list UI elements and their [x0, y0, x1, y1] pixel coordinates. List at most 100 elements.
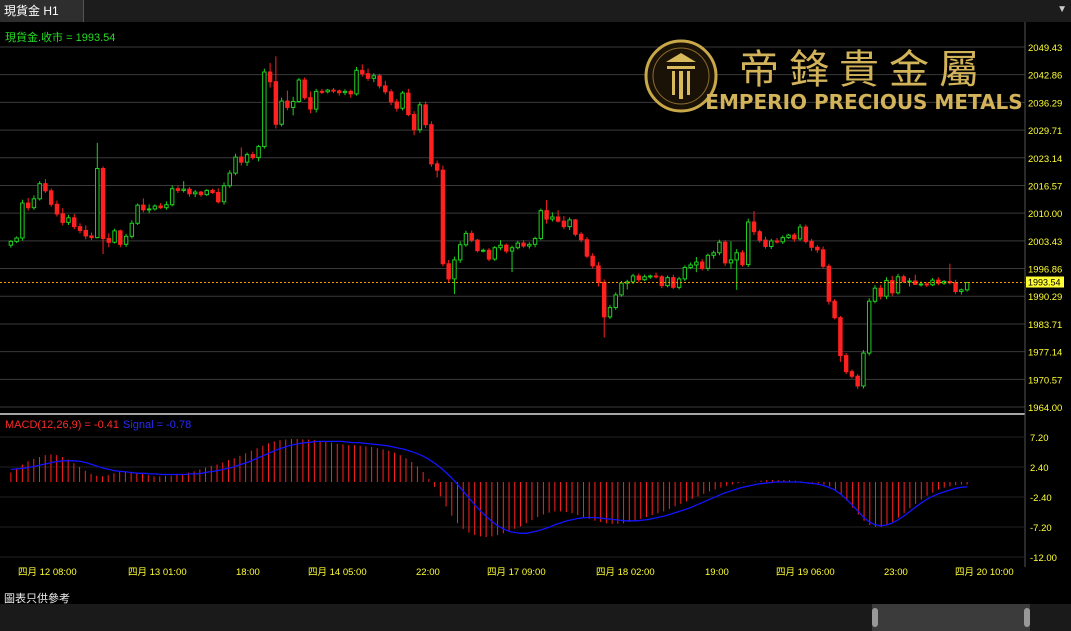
- candle-body: [406, 92, 411, 116]
- candle-body: [717, 241, 722, 254]
- candle-body: [388, 91, 394, 103]
- scroll-grip-right[interactable]: [1024, 608, 1030, 627]
- candle-body: [561, 220, 567, 228]
- x-tick-label: 18:00: [236, 567, 260, 578]
- candle-body: [440, 169, 446, 265]
- candle-body: [584, 239, 590, 257]
- candle-body: [711, 252, 716, 256]
- y-tick-label: 1996.86: [1028, 265, 1062, 276]
- candle-body: [377, 75, 382, 87]
- candle-body: [959, 289, 964, 293]
- candle-body: [550, 216, 555, 220]
- y-tick-label: 2016.57: [1028, 181, 1062, 192]
- y-tick-label: 1983.71: [1028, 320, 1062, 331]
- candle-body: [734, 252, 739, 261]
- candle-body: [843, 355, 849, 373]
- dropdown-icon[interactable]: ▼: [1057, 4, 1067, 15]
- candle-body: [100, 167, 106, 239]
- brand-logo: 帝鋒貴金屬 EMPERIO PRECIOUS METALS: [644, 39, 1023, 114]
- candle-body: [694, 261, 699, 266]
- candle-body: [371, 75, 377, 79]
- candle-body: [308, 97, 313, 110]
- candle-body: [112, 230, 117, 243]
- candle-body: [106, 237, 112, 243]
- y-tick-label: 2029.71: [1028, 126, 1062, 137]
- candle-body: [158, 205, 163, 209]
- candle-body: [60, 213, 65, 223]
- candle-body: [705, 254, 711, 269]
- candle-body: [469, 232, 474, 241]
- candle-body: [648, 275, 653, 278]
- x-tick-label: 四月 20 10:00: [955, 567, 1014, 578]
- candle-body: [198, 191, 204, 196]
- candle-body: [838, 317, 843, 357]
- candle-body: [722, 241, 728, 264]
- candle-body: [204, 189, 209, 196]
- horizontal-scrollbar[interactable]: [0, 604, 1071, 631]
- candle-body: [244, 154, 250, 163]
- candle-body: [348, 90, 353, 95]
- candle-body: [383, 85, 388, 93]
- x-tick-label: 四月 19 06:00: [776, 567, 835, 578]
- logo-chinese: 帝鋒貴金屬: [739, 47, 989, 93]
- candle-body: [285, 100, 290, 108]
- candle-body: [164, 204, 169, 209]
- candle-body: [953, 282, 958, 293]
- candle-body: [239, 156, 244, 163]
- candle-body: [872, 287, 878, 302]
- candle-body: [279, 100, 284, 125]
- candle-body: [642, 276, 647, 281]
- tab-bar: 現貨金 H1 ▼: [0, 0, 1071, 23]
- candle-body: [77, 226, 83, 231]
- candle-body: [832, 300, 837, 319]
- candle-body: [123, 235, 129, 245]
- logo-english: EMPERIO PRECIOUS METALS: [705, 90, 1022, 114]
- price-chart[interactable]: 2049.43 2042.86 2036.29 2029.71 2023.14 2016.…: [0, 22, 1071, 590]
- candle-body: [769, 240, 774, 247]
- candle-body: [578, 233, 584, 241]
- macd-tick-label: 7.20: [1030, 433, 1049, 444]
- candle-body: [423, 104, 428, 126]
- candle-body: [411, 114, 417, 131]
- candle-body: [544, 210, 549, 220]
- candle-body: [866, 300, 872, 354]
- candle-body: [676, 278, 682, 288]
- candle-body: [446, 263, 451, 280]
- candle-body: [296, 79, 302, 102]
- current-price-label: 1993.54: [1028, 278, 1061, 288]
- candle-body: [797, 226, 803, 240]
- x-tick-label: 四月 17 09:00: [487, 567, 546, 578]
- candle-body: [290, 100, 296, 108]
- tab-chart[interactable]: 現貨金 H1: [0, 0, 84, 22]
- candle-body: [169, 188, 175, 206]
- x-tick-label: 23:00: [884, 567, 908, 578]
- candle-body: [210, 189, 215, 194]
- candle-body: [492, 247, 497, 260]
- candle-body: [509, 247, 515, 252]
- y-tick-label: 2003.43: [1028, 237, 1062, 248]
- candle-body: [918, 283, 924, 286]
- candle-body: [555, 216, 561, 222]
- candle-body: [515, 242, 521, 249]
- x-tick-label: 四月 18 02:00: [596, 567, 655, 578]
- candle-body: [336, 90, 342, 94]
- y-tick-label: 1990.29: [1028, 292, 1062, 303]
- candle-body: [861, 352, 866, 387]
- candle-body: [665, 277, 670, 287]
- candle-body: [809, 240, 814, 248]
- candle-body: [14, 237, 19, 242]
- macd-tick-label: -2.40: [1030, 493, 1052, 504]
- macd-title: MACD(12,26,9) = -0.41 Signal = -0.78: [5, 419, 191, 431]
- candle-body: [48, 190, 54, 205]
- candle-body: [187, 188, 192, 195]
- candle-body: [20, 202, 25, 239]
- scroll-thumb[interactable]: [872, 604, 1030, 631]
- candle-body: [221, 185, 227, 203]
- candle-body: [354, 69, 359, 95]
- candle-body: [751, 221, 757, 233]
- scroll-grip-left[interactable]: [872, 608, 878, 627]
- candle-body: [463, 232, 469, 246]
- candle-body: [849, 371, 855, 377]
- candle-body: [964, 282, 970, 291]
- candle-body: [233, 156, 238, 174]
